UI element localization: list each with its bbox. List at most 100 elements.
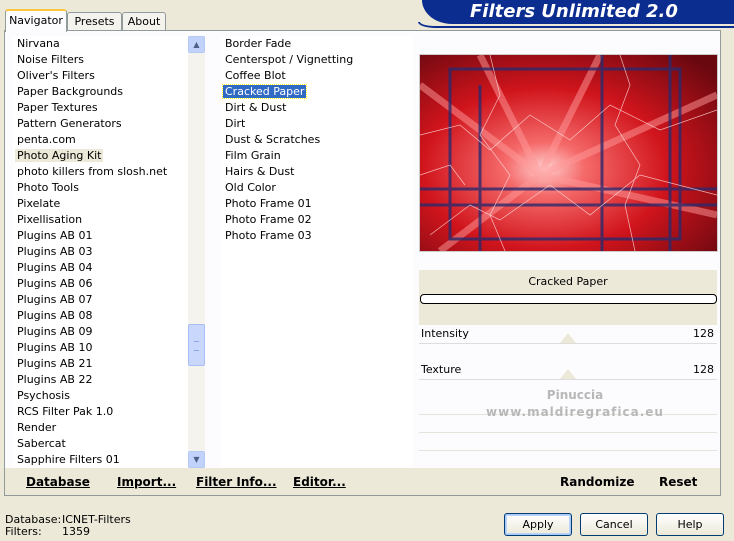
category-item[interactable]: Plugins AB 10 xyxy=(13,340,188,356)
category-scrollbar[interactable]: ▲ ▼ xyxy=(188,36,205,468)
texture-slider-handle[interactable] xyxy=(560,369,576,379)
category-item[interactable]: photo killers from slosh.net xyxy=(13,164,188,180)
item-label: Photo Frame 01 xyxy=(225,197,312,210)
category-item[interactable]: Pixellisation xyxy=(13,212,188,228)
category-item[interactable]: Plugins AB 09 xyxy=(13,324,188,340)
tab-navigator[interactable]: Navigator xyxy=(5,9,67,32)
status-filters-value: 1359 xyxy=(62,525,90,538)
item-label: Photo Aging Kit xyxy=(15,149,104,162)
item-label: Plugins AB 09 xyxy=(17,325,93,338)
category-item[interactable]: Plugins AB 01 xyxy=(13,228,188,244)
item-label: Dirt & Dust xyxy=(225,101,287,114)
category-item[interactable]: Plugins AB 07 xyxy=(13,292,188,308)
filter-item[interactable]: Photo Frame 03 xyxy=(221,228,413,244)
category-item[interactable]: Photo Aging Kit xyxy=(13,148,188,164)
filter-list[interactable]: Border Fade Centerspot / Vignetting Coffee… xyxy=(221,36,413,468)
category-item[interactable]: Photo Tools xyxy=(13,180,188,196)
item-label: Nirvana xyxy=(17,37,60,50)
preview-frame xyxy=(419,54,718,252)
texture-label: Texture xyxy=(421,363,462,376)
category-item[interactable]: Oliver's Filters xyxy=(13,68,188,84)
category-item[interactable]: RCS Filter Pak 1.0 xyxy=(13,404,188,420)
filter-item[interactable]: Cracked Paper xyxy=(221,84,413,100)
category-item[interactable]: Psychosis xyxy=(13,388,188,404)
randomize-button[interactable]: Randomize xyxy=(560,474,634,490)
watermark-url: www.maldiregrafica.eu xyxy=(486,405,664,419)
tab-presets[interactable]: Presets xyxy=(67,12,122,31)
database-button[interactable]: Database xyxy=(26,474,90,490)
filter-item[interactable]: Coffee Blot xyxy=(221,68,413,84)
category-item[interactable]: Render xyxy=(13,420,188,436)
intensity-track[interactable] xyxy=(419,343,717,344)
scroll-thumb[interactable] xyxy=(188,324,205,366)
category-item[interactable]: Paper Backgrounds xyxy=(13,84,188,100)
help-button[interactable]: Help xyxy=(656,513,724,536)
watermark-name: Pinuccia xyxy=(546,388,604,402)
category-item[interactable]: Pattern Generators xyxy=(13,116,188,132)
category-item[interactable]: Pixelate xyxy=(13,196,188,212)
item-label: Dirt xyxy=(225,117,246,130)
item-label: Pattern Generators xyxy=(17,117,122,130)
category-item[interactable]: Noise Filters xyxy=(13,52,188,68)
item-label: Oliver's Filters xyxy=(17,69,95,82)
category-item[interactable]: Plugins AB 22 xyxy=(13,372,188,388)
scroll-up-button[interactable]: ▲ xyxy=(188,36,205,53)
category-item[interactable]: Plugins AB 04 xyxy=(13,260,188,276)
item-label: photo killers from slosh.net xyxy=(17,165,168,178)
item-label: Plugins AB 07 xyxy=(17,293,93,306)
item-label: Plugins AB 04 xyxy=(17,261,93,274)
scroll-down-button[interactable]: ▼ xyxy=(188,451,205,468)
filter-item[interactable]: Border Fade xyxy=(221,36,413,52)
import-button[interactable]: Import... xyxy=(117,474,176,490)
item-label: Sabercat xyxy=(17,437,66,450)
item-label: Paper Textures xyxy=(17,101,98,114)
item-label: Pixellisation xyxy=(17,213,83,226)
tab-about[interactable]: About xyxy=(122,12,166,31)
item-label: Plugins AB 06 xyxy=(17,277,93,290)
item-label: Photo Tools xyxy=(17,181,79,194)
item-label: Plugins AB 22 xyxy=(17,373,93,386)
reset-button[interactable]: Reset xyxy=(659,474,697,490)
apply-button[interactable]: Apply xyxy=(504,513,572,536)
editor-button[interactable]: Editor... xyxy=(293,474,346,490)
filter-item[interactable]: Centerspot / Vignetting xyxy=(221,52,413,68)
category-item[interactable]: Plugins AB 08 xyxy=(13,308,188,324)
item-label: Psychosis xyxy=(17,389,70,402)
filter-item[interactable]: Dirt & Dust xyxy=(221,100,413,116)
category-item[interactable]: Nirvana xyxy=(13,36,188,52)
category-item[interactable]: penta.com xyxy=(13,132,188,148)
category-item[interactable]: Sapphire Filters 01 xyxy=(13,452,188,468)
item-label: Coffee Blot xyxy=(225,69,286,82)
item-label: Plugins AB 10 xyxy=(17,341,93,354)
filter-item[interactable]: Dirt xyxy=(221,116,413,132)
category-item[interactable]: Plugins AB 03 xyxy=(13,244,188,260)
filter-item[interactable]: Photo Frame 01 xyxy=(221,196,413,212)
item-label: Plugins AB 21 xyxy=(17,357,93,370)
item-label: Border Fade xyxy=(225,37,292,50)
category-item[interactable]: Plugins AB 06 xyxy=(13,276,188,292)
filter-item[interactable]: Film Grain xyxy=(221,148,413,164)
item-label: Hairs & Dust xyxy=(225,165,295,178)
category-item[interactable]: Sabercat xyxy=(13,436,188,452)
status-filters: Filters: 1359 xyxy=(5,525,90,538)
filter-item[interactable]: Hairs & Dust xyxy=(221,164,413,180)
item-label: Dust & Scratches xyxy=(225,133,321,146)
item-label: Plugins AB 08 xyxy=(17,309,93,322)
texture-track[interactable] xyxy=(419,379,717,380)
filter-item[interactable]: Dust & Scratches xyxy=(221,132,413,148)
item-label: penta.com xyxy=(17,133,76,146)
filter-info-button[interactable]: Filter Info... xyxy=(196,474,277,490)
item-label: Sapphire Filters 01 xyxy=(17,453,120,466)
preview-image xyxy=(420,55,717,251)
cancel-button[interactable]: Cancel xyxy=(580,513,648,536)
filter-item[interactable]: Old Color xyxy=(221,180,413,196)
category-list[interactable]: Nirvana Noise Filters Oliver's Filters Pape… xyxy=(13,36,188,468)
intensity-slider-handle[interactable] xyxy=(560,333,576,343)
item-label: Film Grain xyxy=(225,149,281,162)
item-label: Render xyxy=(17,421,57,434)
category-item[interactable]: Plugins AB 21 xyxy=(13,356,188,372)
item-label: Paper Backgrounds xyxy=(17,85,124,98)
category-item[interactable]: Paper Textures xyxy=(13,100,188,116)
status-filters-label: Filters: xyxy=(5,525,42,538)
filter-item[interactable]: Photo Frame 02 xyxy=(221,212,413,228)
